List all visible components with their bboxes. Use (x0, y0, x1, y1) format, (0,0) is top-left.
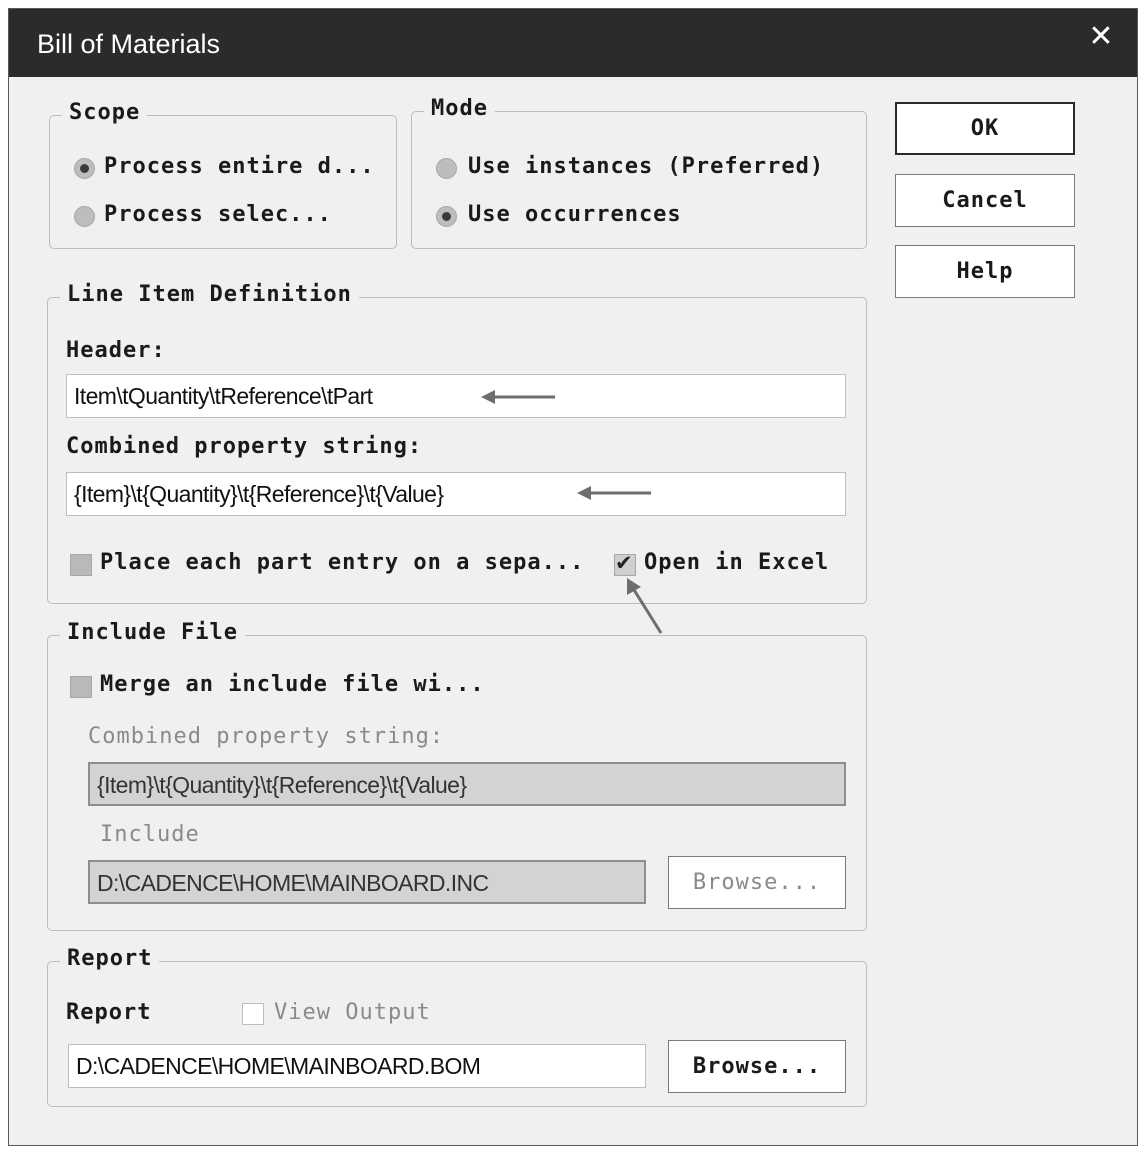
view-output-checkbox[interactable] (242, 1003, 264, 1025)
process-selection-radio[interactable] (74, 206, 95, 227)
title-bar: Bill of Materials ✕ (9, 9, 1137, 77)
line-item-group: Line Item Definition Header: Item\tQuant… (47, 282, 867, 604)
use-occurrences-radio[interactable] (436, 206, 457, 227)
open-in-excel-label[interactable]: Open in Excel (644, 550, 829, 575)
include-combined-input: {Item}\t{Quantity}\t{Reference}\t{Value} (88, 762, 846, 806)
ok-button[interactable]: OK (895, 102, 1075, 155)
report-group: Report Report View Output D:\CADENCE\HOM… (47, 946, 867, 1107)
report-label: Report (66, 1000, 152, 1025)
report-path-input[interactable]: D:\CADENCE\HOME\MAINBOARD.BOM (68, 1044, 646, 1088)
scope-legend: Scope (62, 100, 148, 125)
include-path-input: D:\CADENCE\HOME\MAINBOARD.INC (88, 860, 646, 904)
cancel-button[interactable]: Cancel (895, 174, 1075, 227)
line-item-legend: Line Item Definition (60, 282, 359, 307)
combined-property-label: Combined property string: (66, 434, 423, 459)
merge-include-checkbox[interactable] (70, 676, 92, 698)
process-entire-radio[interactable] (74, 158, 95, 179)
use-instances-label[interactable]: Use instances (Preferred) (468, 154, 824, 179)
header-input[interactable]: Item\tQuantity\tReference\tPart (66, 374, 846, 418)
include-file-group: Include File Merge an include file wi...… (47, 620, 867, 931)
dialog-title: Bill of Materials (37, 29, 221, 59)
report-browse-button[interactable]: Browse... (668, 1040, 846, 1093)
bom-dialog: Bill of Materials ✕ Scope Process entire… (8, 8, 1138, 1146)
process-selection-label[interactable]: Process selec... (104, 202, 332, 227)
check-icon: ✔ (615, 551, 633, 575)
include-path-label: Include (100, 822, 200, 847)
combined-annotation-arrow-icon (577, 486, 651, 500)
combined-property-input[interactable]: {Item}\t{Quantity}\t{Reference}\t{Value} (66, 472, 846, 516)
excel-annotation-arrow-icon (627, 578, 663, 634)
header-annotation-arrow-icon (481, 390, 555, 404)
mode-group: Mode Use instances (Preferred) Use occur… (411, 96, 867, 249)
include-combined-label: Combined property string: (88, 724, 445, 749)
close-icon[interactable]: ✕ (1079, 15, 1123, 59)
open-in-excel-checkbox[interactable]: ✔ (614, 551, 636, 576)
include-file-legend: Include File (60, 620, 245, 645)
place-each-checkbox[interactable] (70, 554, 92, 576)
scope-group: Scope Process entire d... Process selec.… (49, 100, 397, 249)
include-browse-button: Browse... (668, 856, 846, 909)
merge-include-label[interactable]: Merge an include file wi... (100, 672, 485, 697)
help-button[interactable]: Help (895, 245, 1075, 298)
place-each-label[interactable]: Place each part entry on a sepa... (100, 550, 584, 575)
header-label: Header: (66, 338, 166, 363)
report-legend: Report (60, 946, 160, 971)
mode-legend: Mode (424, 96, 495, 121)
use-instances-radio[interactable] (436, 158, 457, 179)
process-entire-label[interactable]: Process entire d... (104, 154, 375, 179)
use-occurrences-label[interactable]: Use occurrences (468, 202, 682, 227)
view-output-label[interactable]: View Output (274, 1000, 431, 1025)
